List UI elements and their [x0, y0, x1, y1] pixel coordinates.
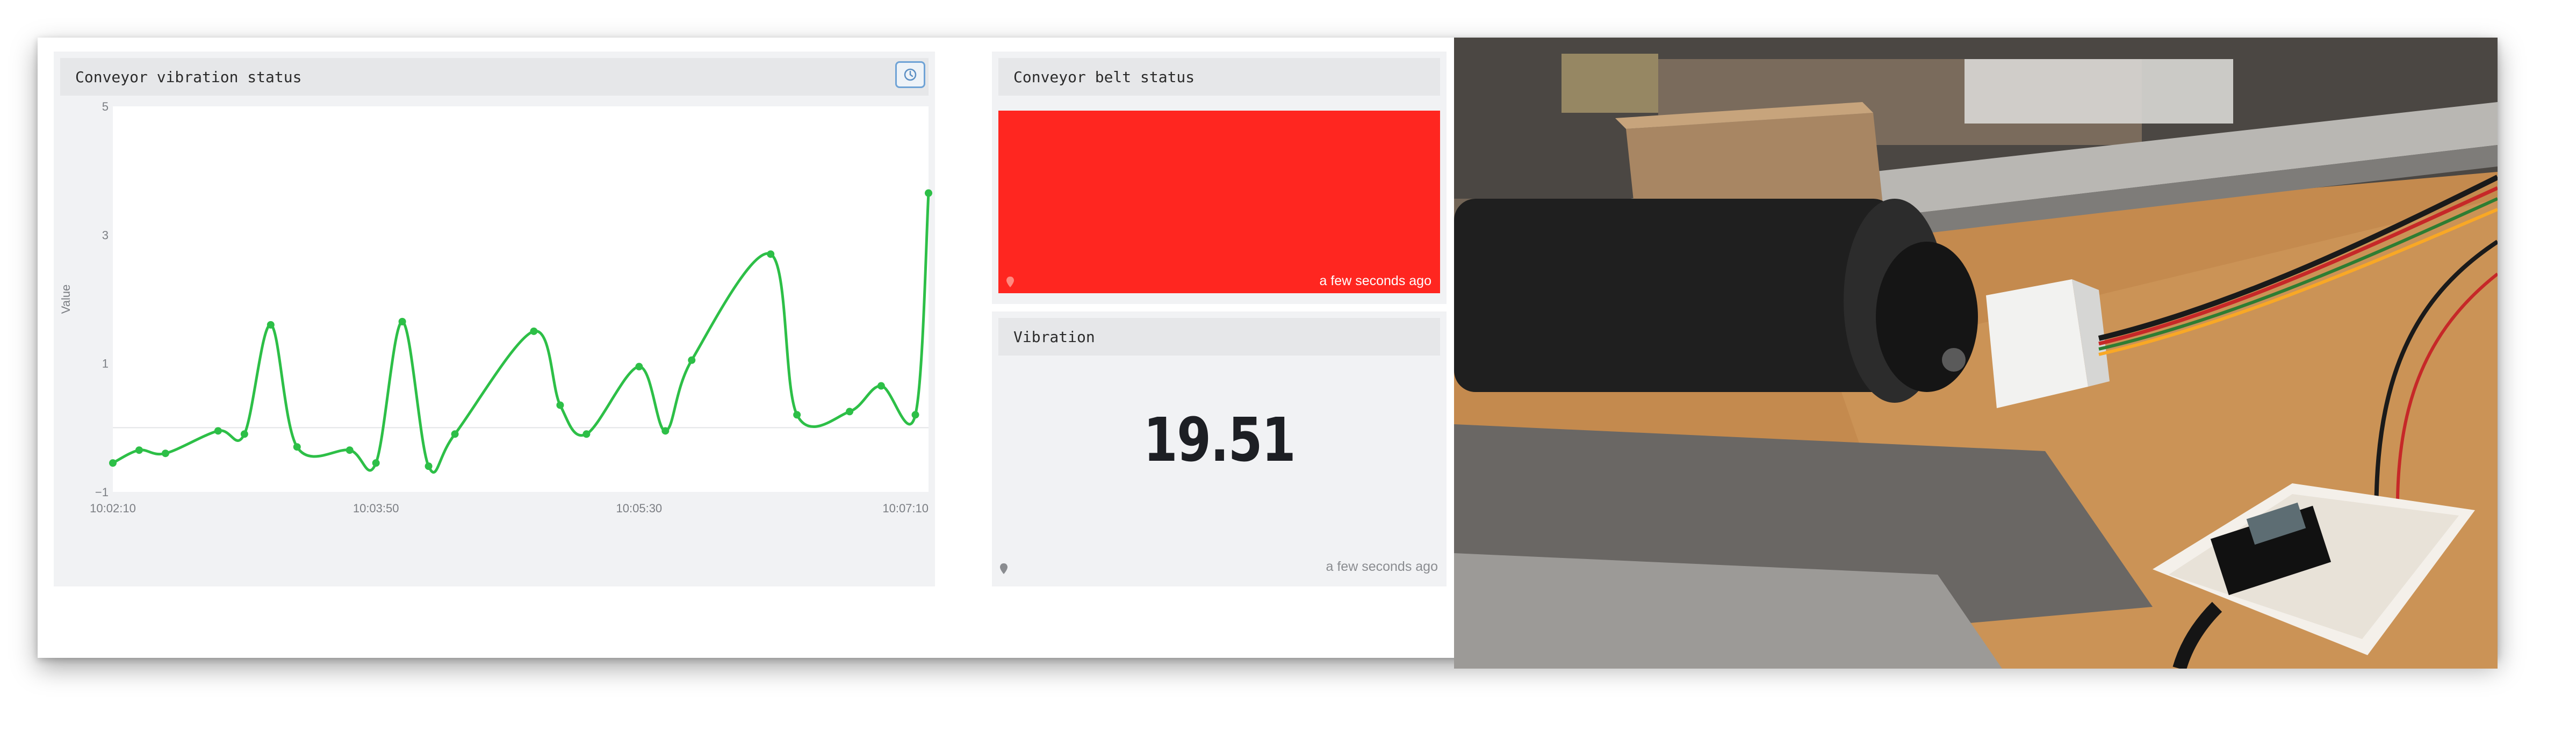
data-point	[911, 411, 919, 419]
data-point	[346, 446, 354, 454]
y-tick-label: 1	[102, 357, 109, 371]
data-point	[582, 430, 591, 438]
vibration-widget-title: Vibration	[1013, 328, 1095, 346]
y-tick-label: −1	[95, 485, 109, 499]
data-point	[424, 462, 433, 470]
belt-status-timestamp: a few seconds ago	[1319, 273, 1431, 288]
data-point	[451, 430, 459, 438]
history-button[interactable]	[895, 61, 925, 88]
vibration-chart-widget: Conveyor vibration status 5 3 1 −1 Value 10:0…	[54, 52, 935, 586]
screenshot-frame: Conveyor vibration status 5 3 1 −1 Value 10:0…	[38, 38, 2498, 669]
data-point	[846, 408, 854, 416]
y-tick-label: 3	[102, 228, 109, 242]
vibration-line-chart: 5 3 1 −1 Value 10:02:10 10:03:50 10:05:30 10:07:…	[59, 100, 932, 515]
data-point	[925, 189, 932, 197]
data-point	[135, 446, 143, 454]
clock-icon	[904, 68, 917, 81]
data-point	[293, 443, 301, 451]
chart-widget-header: Conveyor vibration status	[60, 58, 929, 96]
plot-area	[113, 106, 929, 492]
chart-widget-title: Conveyor vibration status	[75, 68, 302, 86]
vibration-timestamp: a few seconds ago	[1326, 559, 1438, 574]
vibration-widget-header: Vibration	[998, 318, 1440, 356]
vibration-value-widget: Vibration 19.51 a few seconds ago	[992, 311, 1447, 586]
data-point	[688, 356, 696, 364]
data-point	[240, 430, 248, 438]
belt-status-widget: Conveyor belt status a few seconds ago	[992, 52, 1447, 304]
location-pin-icon	[1006, 277, 1014, 287]
data-point	[372, 459, 380, 467]
conveyor-photo	[1454, 38, 2498, 669]
x-tick-label: 10:05:30	[616, 502, 663, 515]
data-point	[109, 459, 117, 467]
data-point	[530, 327, 538, 335]
data-point	[767, 250, 775, 258]
data-point	[398, 317, 406, 325]
location-pin-icon	[1000, 563, 1008, 574]
data-point	[635, 362, 643, 371]
data-point	[661, 427, 670, 435]
data-point	[214, 427, 222, 435]
belt-widget-title: Conveyor belt status	[1013, 68, 1195, 86]
data-point	[267, 321, 275, 329]
belt-status-indicator: a few seconds ago	[998, 111, 1440, 293]
x-tick-label: 10:02:10	[90, 502, 136, 515]
data-point	[877, 382, 885, 390]
data-point	[793, 411, 801, 419]
data-point	[161, 449, 169, 458]
y-tick-label: 5	[102, 100, 109, 113]
dashboard: Conveyor vibration status 5 3 1 −1 Value 10:0…	[38, 38, 1454, 658]
vibration-value: 19.51	[1143, 405, 1296, 475]
data-point	[556, 401, 564, 409]
x-tick-label: 10:07:10	[882, 502, 929, 515]
conveyor-photo-illustration	[1454, 38, 2498, 669]
x-tick-label: 10:03:50	[353, 502, 399, 515]
belt-widget-header: Conveyor belt status	[998, 58, 1440, 96]
y-axis-label: Value	[59, 285, 73, 314]
